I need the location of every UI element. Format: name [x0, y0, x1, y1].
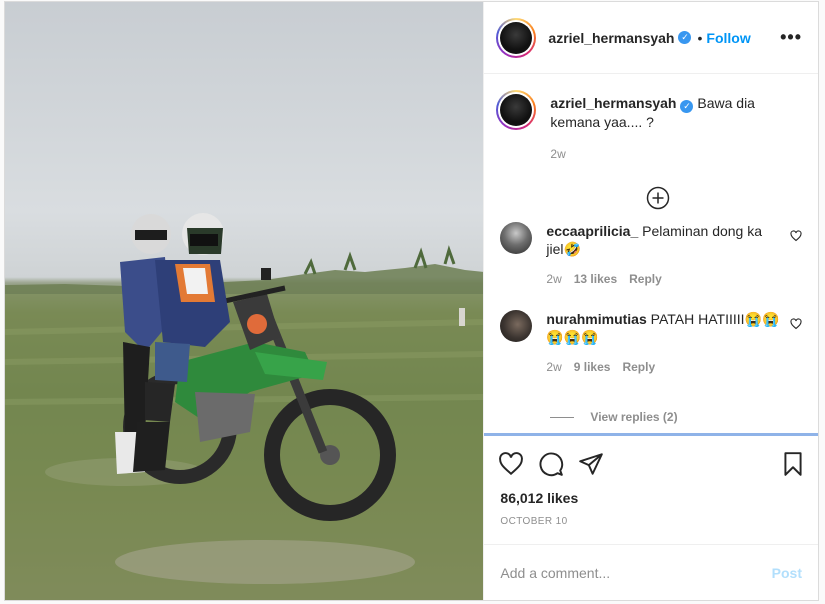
heart-icon[interactable] — [790, 318, 802, 330]
share-icon[interactable] — [578, 451, 604, 477]
commenter-avatar[interactable] — [500, 310, 533, 342]
author-avatar[interactable] — [496, 17, 537, 58]
header-separator: • — [697, 29, 703, 46]
post-header: azriel_hermansyah ✓ • Follow ••• — [484, 2, 818, 74]
post-container: azriel_hermansyah ✓ • Follow ••• azriel_… — [4, 1, 819, 601]
action-bar — [484, 444, 818, 484]
comment-input[interactable] — [500, 564, 772, 581]
comments-section[interactable]: azriel_hermansyah ✓ Bawa dia kemana yaa..… — [484, 74, 818, 436]
post-comment-button[interactable]: Post — [772, 565, 802, 581]
author-username[interactable]: azriel_hermansyah — [548, 30, 674, 46]
comment-time[interactable]: 2w — [546, 358, 561, 376]
bookmark-icon[interactable] — [780, 451, 806, 477]
follow-button[interactable]: Follow — [706, 30, 750, 46]
post-date[interactable]: OCTOBER 10 — [484, 506, 818, 527]
post-photo-illustration — [5, 213, 484, 600]
comment-likes[interactable]: 13 likes — [574, 270, 617, 288]
add-comment-bar: Post — [484, 544, 818, 600]
heart-icon[interactable] — [498, 451, 524, 477]
reply-button[interactable]: Reply — [622, 358, 655, 376]
add-circle-icon[interactable] — [646, 186, 670, 210]
commenter-avatar[interactable] — [500, 222, 533, 254]
comment-time[interactable]: 2w — [546, 270, 561, 288]
post-photo[interactable] — [5, 2, 484, 600]
replies-divider — [550, 416, 575, 418]
caption: azriel_hermansyah ✓ Bawa dia kemana yaa..… — [496, 90, 802, 163]
comment-item: eccaaprilicia_ Pelaminan dong ka jiel🤣 2… — [496, 222, 802, 288]
reply-button[interactable]: Reply — [629, 270, 662, 288]
verified-icon: ✓ — [678, 31, 692, 44]
comment-item: nurahmimutias PATAH HATIIIII😭😭😭😭😭 2w 9 l… — [496, 310, 802, 376]
likes-count[interactable]: 86,012 likes — [484, 484, 818, 506]
view-replies-button[interactable]: View replies (2) — [550, 410, 678, 424]
comment-likes[interactable]: 9 likes — [574, 358, 611, 376]
caption-avatar[interactable] — [496, 90, 537, 130]
caption-time[interactable]: 2w — [550, 145, 565, 163]
comment-icon[interactable] — [538, 451, 564, 477]
view-replies-label[interactable]: View replies (2) — [590, 410, 677, 424]
more-options-icon[interactable]: ••• — [780, 27, 802, 48]
caption-username[interactable]: azriel_hermansyah — [550, 95, 676, 111]
post-side-panel: azriel_hermansyah ✓ • Follow ••• azriel_… — [483, 2, 818, 600]
heart-icon[interactable] — [790, 230, 802, 242]
comment-username[interactable]: eccaaprilicia_ — [546, 223, 638, 239]
verified-icon: ✓ — [680, 100, 694, 113]
comment-username[interactable]: nurahmimutias — [546, 311, 646, 327]
